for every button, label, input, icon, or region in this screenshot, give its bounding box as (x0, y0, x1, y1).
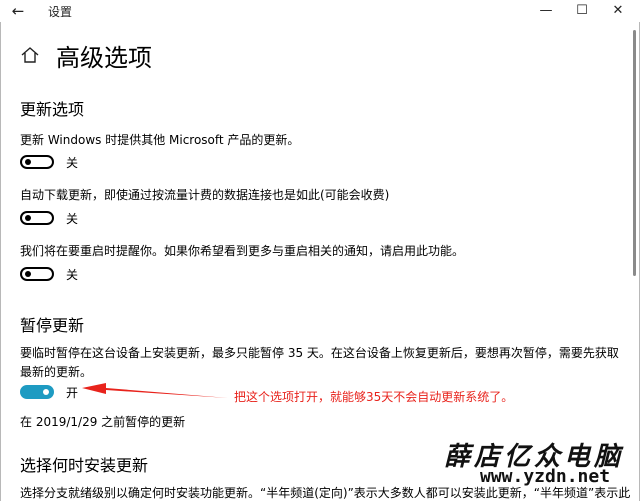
option-label-other-products: 更新 Windows 时提供其他 Microsoft 产品的更新。 (20, 133, 300, 147)
toggle-state-label: 开 (66, 386, 79, 400)
pause-description: 要临时暂停在这台设备上安装更新，最多只能暂停 35 天。在这台设备上恢复更新后，… (20, 346, 619, 379)
window-border-left (0, 0, 1, 501)
annotation-arrow (82, 383, 228, 398)
home-icon[interactable] (20, 46, 40, 64)
pause-status-text: 在 2019/1/29 之前暂停的更新 (20, 415, 186, 429)
page-title: 高级选项 (56, 44, 152, 72)
toggle-pause-updates[interactable] (20, 385, 54, 399)
toggle-state-label: 关 (66, 212, 79, 226)
back-button[interactable]: ← (8, 2, 28, 20)
toggle-knob (25, 271, 31, 277)
maximize-button[interactable]: ☐ (568, 1, 596, 21)
annotation-text: 把这个选项打开，就能够35天不会自动更新系统了。 (234, 390, 514, 404)
toggle-other-products[interactable] (20, 155, 54, 169)
toggle-knob (25, 215, 31, 221)
close-button[interactable]: ✕ (604, 1, 632, 21)
arrow-left-icon: ← (11, 2, 25, 20)
watermark-url: www.yzdn.net (480, 466, 611, 487)
toggle-state-label: 关 (66, 268, 79, 282)
maximize-icon: ☐ (576, 3, 588, 18)
toggle-state-label: 关 (66, 156, 79, 170)
scrollbar-thumb[interactable] (633, 30, 636, 276)
minimize-button[interactable]: — (532, 1, 560, 21)
section-heading-choose-time: 选择何时安装更新 (20, 456, 149, 475)
toggle-metered-download[interactable] (20, 211, 54, 225)
option-label-metered-download: 自动下载更新，即使通过按流量计费的数据连接也是如此(可能会收费) (20, 188, 390, 202)
minimize-icon: — (539, 3, 553, 18)
section-heading-update-options: 更新选项 (20, 100, 85, 119)
toggle-restart-notify[interactable] (20, 267, 54, 281)
toggle-knob (43, 389, 49, 395)
window-title: 设置 (48, 5, 73, 19)
toggle-knob (25, 159, 31, 165)
option-label-restart-notify: 我们将在要重启时提醒你。如果你希望看到更多与重启相关的通知，请启用此功能。 (20, 244, 465, 258)
close-icon: ✕ (612, 3, 624, 18)
title-bar: ← 设置 — ☐ ✕ (0, 0, 640, 22)
section-heading-pause: 暂停更新 (20, 316, 85, 335)
